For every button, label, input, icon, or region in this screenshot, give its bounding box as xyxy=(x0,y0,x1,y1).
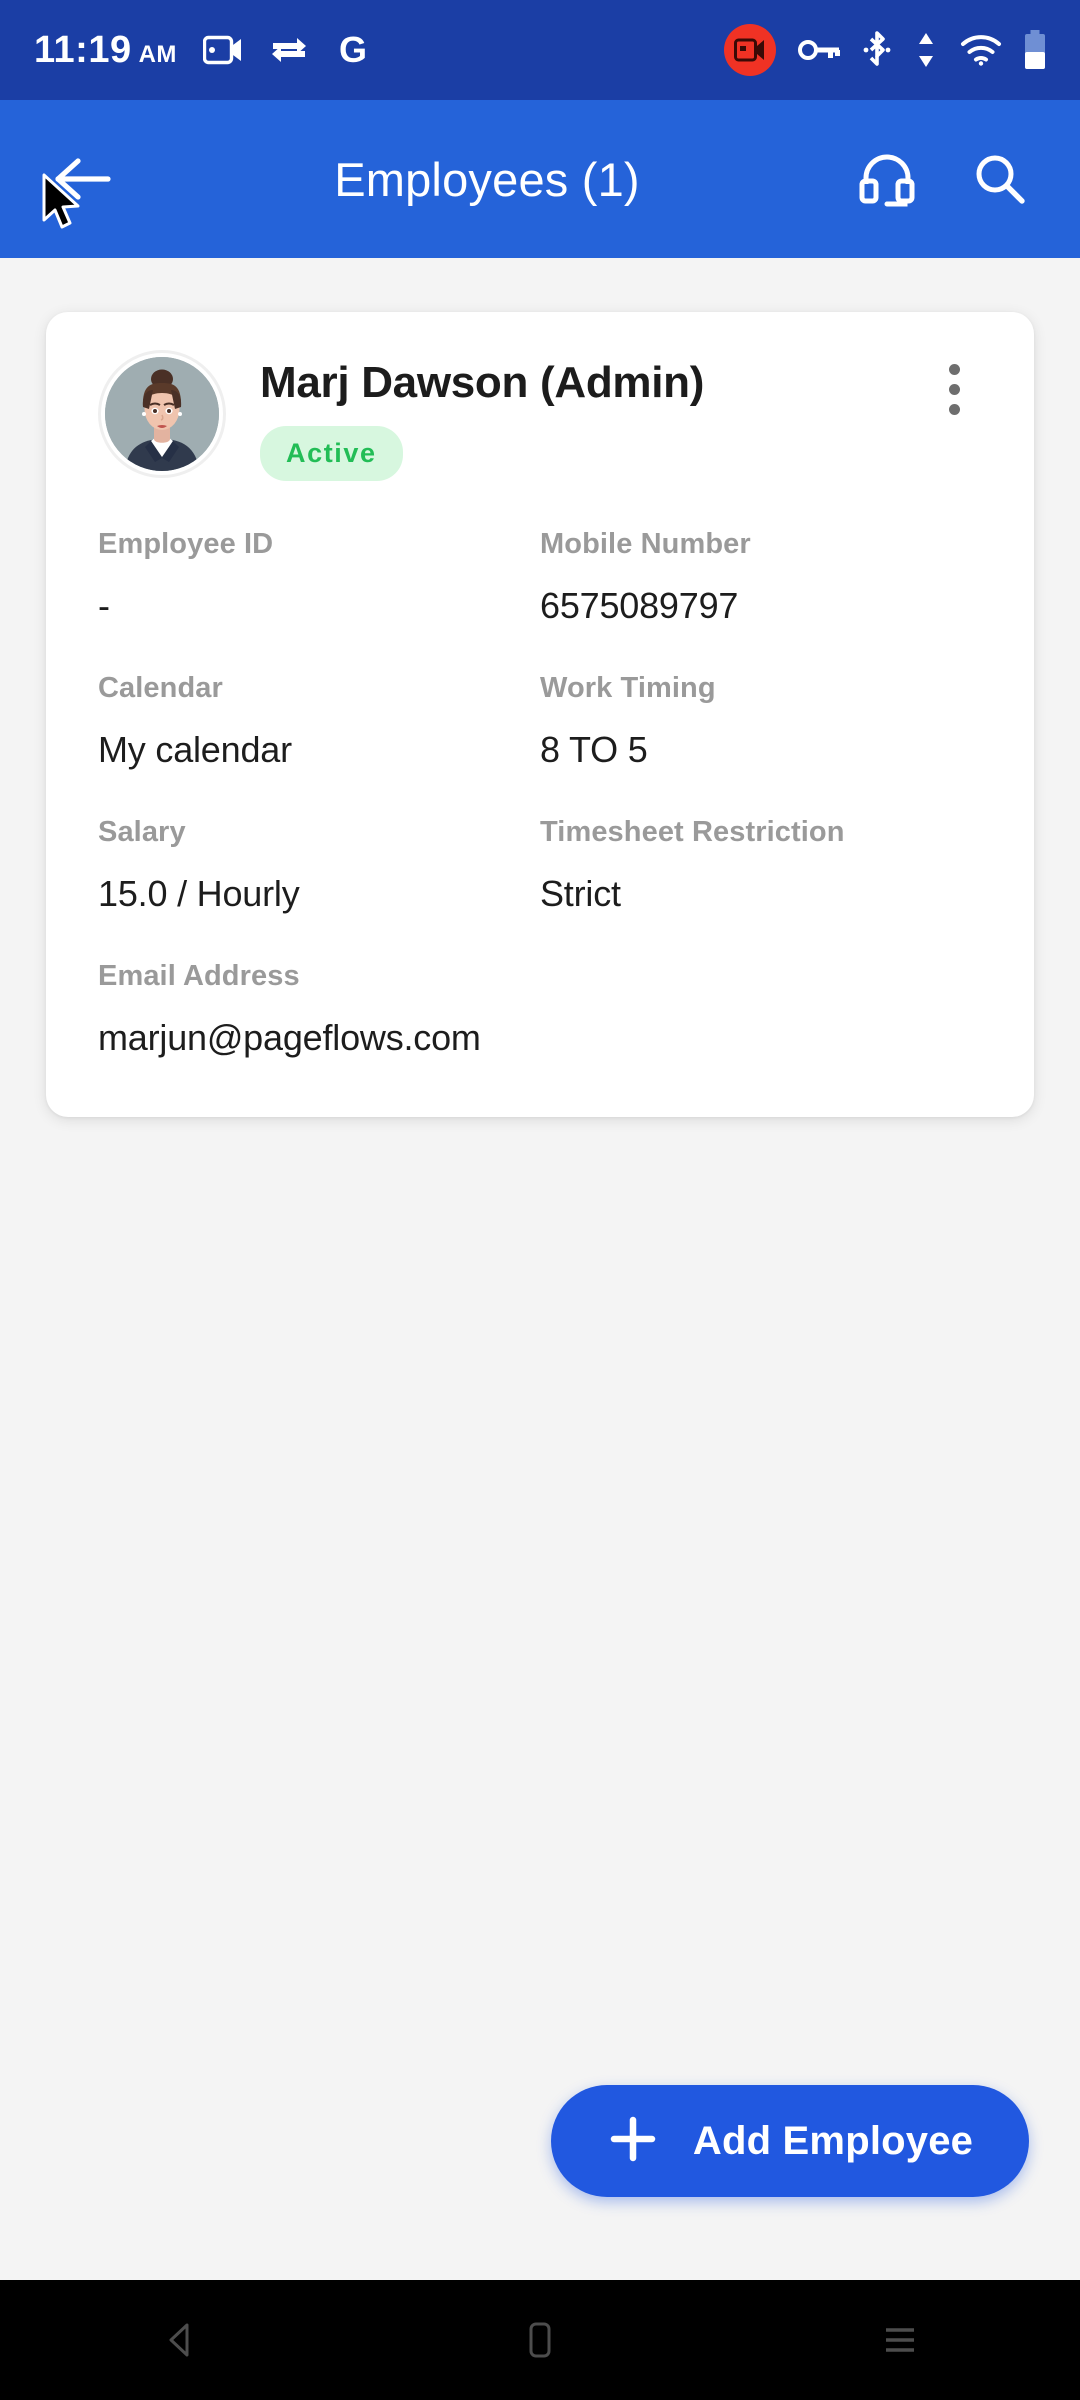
field-value: - xyxy=(98,584,110,626)
field-value: marjun@pageflows.com xyxy=(98,1016,481,1058)
kebab-dot xyxy=(948,364,960,375)
clock-ampm: AM xyxy=(138,40,177,68)
wifi-icon xyxy=(960,34,1002,66)
kebab-dot xyxy=(948,404,960,415)
field-label: Calendar xyxy=(98,672,223,705)
employee-card-header: Marj Dawson (Admin) Active xyxy=(98,350,982,482)
screen-recording-active-icon xyxy=(724,24,776,76)
field-label: Work Timing xyxy=(540,672,716,705)
add-employee-button[interactable]: Add Employee xyxy=(551,2085,1029,2197)
field-value: 15.0 / Hourly xyxy=(98,872,300,914)
status-bar-right xyxy=(724,24,1046,76)
field-row: Calendar My calendar Work Timing 8 TO 5 xyxy=(98,671,982,771)
field-label: Employee ID xyxy=(98,528,274,561)
field-label: Timesheet Restriction xyxy=(540,816,845,849)
add-employee-label: Add Employee xyxy=(692,2118,974,2163)
status-bar-clock: 11:19 AM xyxy=(34,29,177,72)
google-icon: G xyxy=(335,31,371,69)
field-value: 8 TO 5 xyxy=(540,728,648,770)
field-email-address: Email Address marjun@pageflows.com xyxy=(98,959,540,1059)
page-title: Employees (1) xyxy=(334,152,640,206)
nav-back-icon[interactable] xyxy=(90,2280,270,2400)
svg-text:G: G xyxy=(339,31,367,69)
clock-time: 11:19 xyxy=(34,28,132,71)
android-nav-bar xyxy=(0,2280,1080,2400)
phone-screen: 11:19 AM G Employees (1) Marj Dawson (Ad… xyxy=(0,0,1080,2400)
field-row: Email Address marjun@pageflows.com xyxy=(98,959,982,1059)
field-calendar: Calendar My calendar xyxy=(98,671,540,771)
status-badge: Active xyxy=(260,426,403,482)
more-vertical-icon[interactable] xyxy=(926,350,982,415)
nav-recents-icon[interactable] xyxy=(810,2280,990,2400)
field-mobile-number: Mobile Number 6575089797 xyxy=(540,527,982,627)
employee-card[interactable]: Marj Dawson (Admin) Active Employee ID -… xyxy=(46,312,1034,1118)
nav-home-icon[interactable] xyxy=(450,2280,630,2400)
field-label: Salary xyxy=(98,816,186,849)
avatar-image xyxy=(105,357,219,471)
employee-name: Marj Dawson (Admin) xyxy=(260,358,705,407)
field-salary: Salary 15.0 / Hourly xyxy=(98,815,540,915)
headset-icon[interactable] xyxy=(858,150,916,208)
field-label: Email Address xyxy=(98,960,300,993)
vpn-key-icon xyxy=(798,37,840,63)
data-transfer-icon xyxy=(269,33,309,67)
battery-icon xyxy=(1024,30,1046,70)
app-bar-actions xyxy=(858,150,1028,208)
search-icon[interactable] xyxy=(972,151,1028,207)
avatar xyxy=(98,350,226,478)
field-value: Strict xyxy=(540,872,621,914)
employee-fields: Employee ID - Mobile Number 6575089797 C… xyxy=(98,527,982,1059)
plus-icon xyxy=(607,2113,659,2170)
field-work-timing: Work Timing 8 TO 5 xyxy=(540,671,982,771)
kebab-dot xyxy=(948,384,960,395)
status-bar: 11:19 AM G xyxy=(0,0,1080,100)
field-employee-id: Employee ID - xyxy=(98,527,540,627)
data-transfer-arrows-icon xyxy=(914,31,938,69)
bluetooth-icon xyxy=(862,31,892,69)
screen-record-icon xyxy=(202,34,243,66)
field-value: 6575089797 xyxy=(540,584,739,626)
app-bar: Employees (1) xyxy=(0,100,1080,258)
field-row: Salary 15.0 / Hourly Timesheet Restricti… xyxy=(98,815,982,915)
field-label: Mobile Number xyxy=(540,528,751,561)
field-timesheet-restriction: Timesheet Restriction Strict xyxy=(540,815,982,915)
status-bar-left: 11:19 AM G xyxy=(34,29,724,72)
field-row: Employee ID - Mobile Number 6575089797 xyxy=(98,527,982,627)
field-value: My calendar xyxy=(98,728,292,770)
employee-identity: Marj Dawson (Admin) Active xyxy=(226,350,926,482)
